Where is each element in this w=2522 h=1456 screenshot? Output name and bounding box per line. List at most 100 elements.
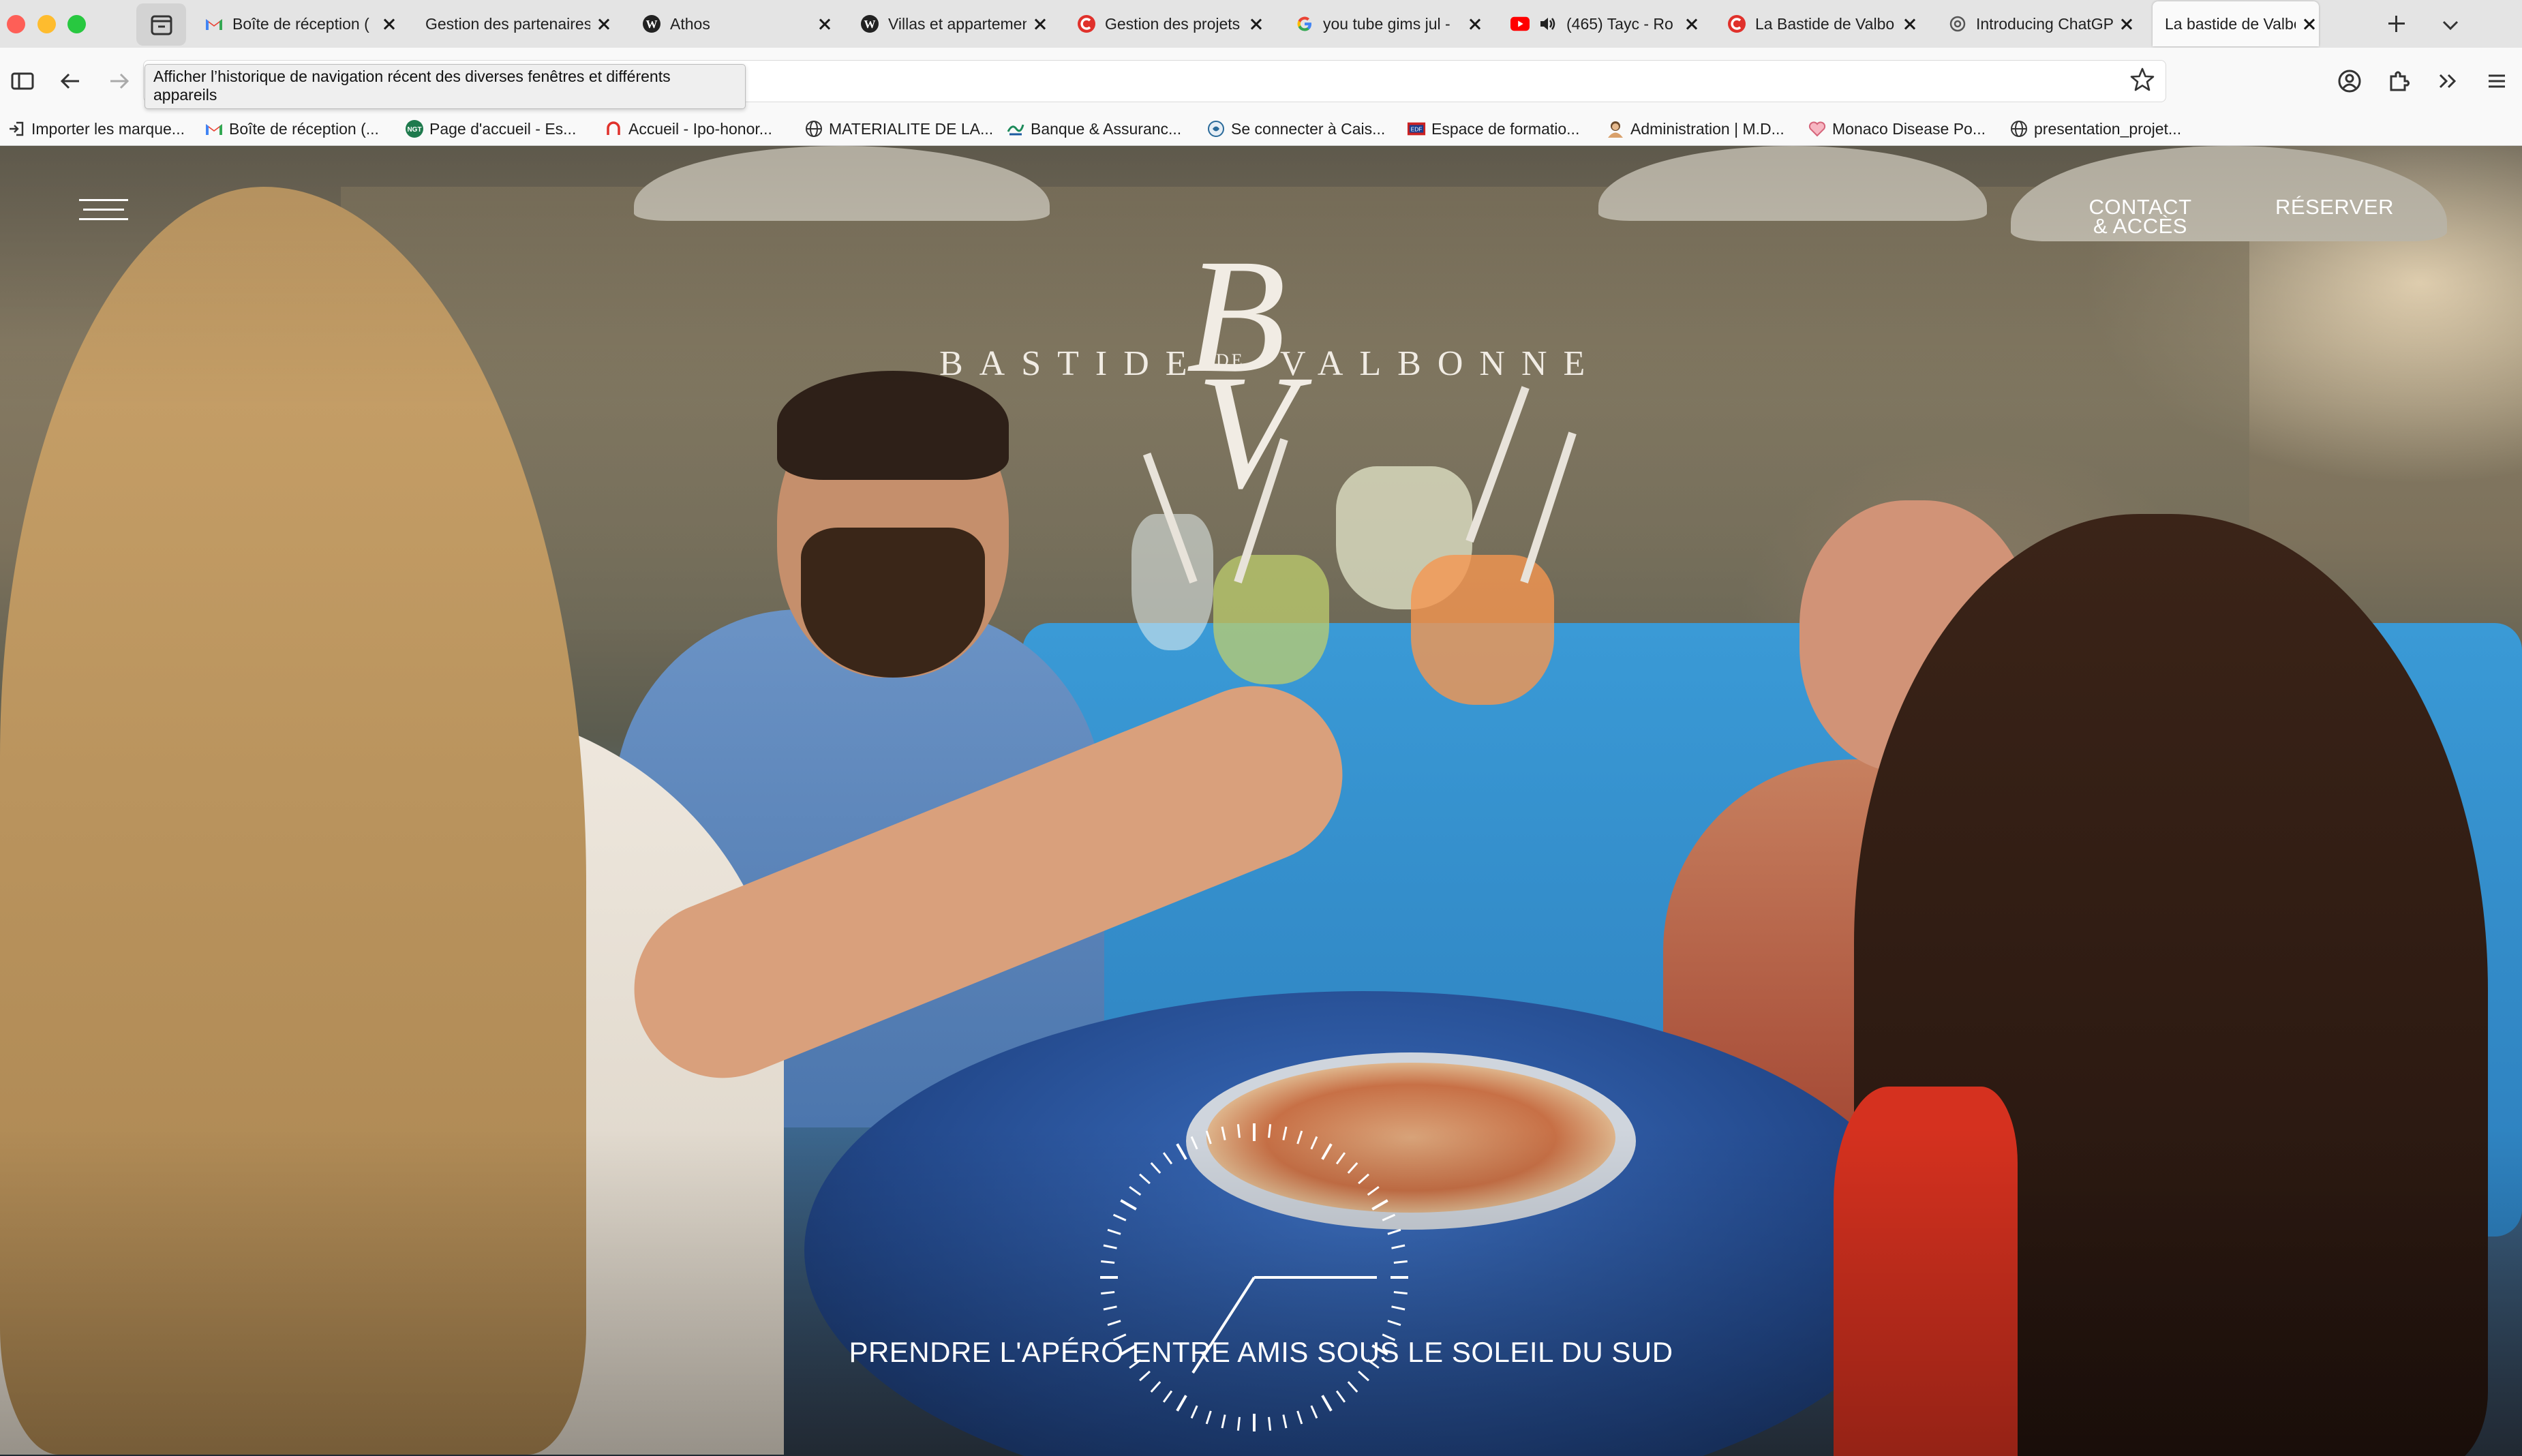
bookmark-star-button[interactable] bbox=[2129, 67, 2155, 96]
bookmark-administration[interactable]: Administration | M.D... bbox=[1606, 113, 1784, 145]
bookmark-page-accueil[interactable]: NGT Page d'accueil - Es... bbox=[405, 113, 576, 145]
clock-tick bbox=[1321, 1143, 1333, 1160]
bookmark-gmail[interactable]: Boîte de réception (... bbox=[204, 113, 379, 145]
bookmark-import[interactable]: Importer les marque... bbox=[7, 113, 185, 145]
clock-tick bbox=[1268, 1124, 1272, 1138]
close-tab-icon[interactable] bbox=[1247, 14, 1266, 33]
gmail-icon bbox=[204, 119, 224, 138]
clock-tick bbox=[1236, 1124, 1241, 1138]
reserve-link[interactable]: RÉSERVER bbox=[2270, 196, 2399, 217]
svg-text:NGT: NGT bbox=[407, 126, 421, 134]
bookmark-espace-formation[interactable]: EDF Espace de formatio... bbox=[1407, 113, 1579, 145]
forward-arrow-icon bbox=[110, 73, 130, 89]
clock-tick bbox=[1205, 1410, 1212, 1425]
clock-tick bbox=[1393, 1260, 1408, 1264]
tab-history-icon bbox=[151, 15, 172, 35]
tab-villas[interactable]: W Villas et appartements bbox=[860, 0, 1050, 48]
clock-tick bbox=[1347, 1381, 1358, 1393]
close-tab-icon[interactable] bbox=[2300, 14, 2319, 33]
clock-tick bbox=[1387, 1228, 1401, 1235]
close-tab-icon[interactable] bbox=[1900, 14, 1919, 33]
speaker-icon[interactable] bbox=[1538, 14, 1558, 33]
logo-text-valbonne: VALBONNE bbox=[1280, 344, 1602, 383]
clock-tick bbox=[1282, 1126, 1288, 1140]
clock-tick bbox=[1391, 1305, 1406, 1311]
minimize-window-button[interactable] bbox=[37, 15, 56, 33]
extensions-button[interactable] bbox=[2382, 64, 2416, 98]
svg-text:W: W bbox=[864, 18, 876, 31]
close-tab-icon[interactable] bbox=[815, 14, 834, 33]
account-button[interactable] bbox=[2333, 64, 2367, 98]
clock-tick bbox=[1268, 1416, 1272, 1431]
tab-gmail[interactable]: Boîte de réception ( bbox=[204, 0, 399, 48]
puzzle-icon bbox=[2390, 71, 2410, 91]
clock-tick bbox=[1176, 1395, 1187, 1412]
clock-tick bbox=[1162, 1152, 1173, 1165]
clock-tick bbox=[1103, 1305, 1117, 1311]
zoom-window-button[interactable] bbox=[67, 15, 86, 33]
bookmark-monaco-disease[interactable]: Monaco Disease Po... bbox=[1808, 113, 1986, 145]
bookmark-ipo-honor[interactable]: Accueil - Ipo-honor... bbox=[604, 113, 772, 145]
tab-gestion-partenaires[interactable]: Gestion des partenaires bbox=[425, 0, 613, 48]
sidebar-icon bbox=[11, 72, 34, 90]
svg-text:EDF: EDF bbox=[1411, 126, 1423, 133]
site-menu-button[interactable] bbox=[79, 199, 128, 233]
tab-gestion-projets[interactable]: Gestion des projets bbox=[1077, 0, 1266, 48]
tab-bar: Boîte de réception ( Gestion des partena… bbox=[0, 0, 2522, 48]
tab-youtube-search[interactable]: you tube gims jul - bbox=[1295, 0, 1485, 48]
heart-icon bbox=[1808, 119, 1827, 138]
bookmark-caisse[interactable]: Se connecter à Cais... bbox=[1206, 113, 1385, 145]
double-chevron-icon bbox=[2439, 74, 2457, 89]
sidebar-toggle-button[interactable] bbox=[5, 64, 40, 98]
close-window-button[interactable] bbox=[7, 15, 25, 33]
clock-tick bbox=[1282, 1414, 1288, 1429]
clock-tick bbox=[1296, 1410, 1303, 1425]
red-arc-icon bbox=[604, 119, 623, 138]
clock-tick bbox=[1129, 1185, 1142, 1196]
bastide-logo-icon[interactable]: B V bbox=[934, 207, 1588, 562]
clock-tick bbox=[1367, 1185, 1380, 1196]
tab-chatgpt[interactable]: Introducing ChatGPT bbox=[1948, 0, 2136, 48]
clock-tick bbox=[1335, 1152, 1346, 1165]
import-icon bbox=[7, 119, 26, 138]
bookmark-materialite[interactable]: MATERIALITE DE LA... bbox=[804, 113, 993, 145]
clock-tick bbox=[1335, 1390, 1346, 1403]
clock-tick bbox=[1162, 1390, 1173, 1403]
tab-bastide-valbonne[interactable]: La Bastide de Valbo bbox=[1727, 0, 1919, 48]
clock-tick bbox=[1221, 1126, 1226, 1140]
menu-button[interactable] bbox=[2480, 64, 2514, 98]
close-tab-icon[interactable] bbox=[1682, 14, 1701, 33]
google-icon bbox=[1295, 14, 1314, 33]
clock-tick bbox=[1176, 1143, 1187, 1160]
bookmark-presentation-projet[interactable]: presentation_projet... bbox=[2009, 113, 2181, 145]
close-tab-icon[interactable] bbox=[1031, 14, 1050, 33]
tab-la-bastide-active[interactable]: La bastide de Valbonne bbox=[2153, 1, 2319, 46]
clock-tick bbox=[1393, 1291, 1408, 1295]
tab-youtube-tayc[interactable]: (465) Tayc - Ro bbox=[1510, 0, 1701, 48]
more-tools-button[interactable] bbox=[2431, 64, 2465, 98]
back-button[interactable] bbox=[53, 64, 87, 98]
logo-text-de: DE bbox=[1216, 350, 1245, 370]
tab-history-button[interactable] bbox=[136, 3, 186, 46]
bookmark-banque[interactable]: Banque & Assuranc... bbox=[1006, 113, 1181, 145]
tab-list-button[interactable] bbox=[2437, 12, 2464, 42]
close-tab-icon[interactable] bbox=[2117, 14, 2136, 33]
chevron-down-icon bbox=[2442, 20, 2459, 31]
clock-tick bbox=[1347, 1162, 1358, 1174]
clock-tick bbox=[1371, 1199, 1388, 1211]
clock-tick bbox=[1139, 1370, 1151, 1382]
clock-tick bbox=[1190, 1405, 1198, 1419]
contact-access-link[interactable]: CONTACT & ACCÈS bbox=[2072, 196, 2208, 237]
new-tab-button[interactable] bbox=[2381, 8, 2412, 40]
logo-text-bastide: BASTIDE bbox=[939, 344, 1204, 383]
clock-tick bbox=[1358, 1370, 1369, 1382]
gmail-icon bbox=[204, 14, 224, 33]
clock-tick bbox=[1391, 1244, 1406, 1249]
caisse-icon bbox=[1206, 119, 1226, 138]
tab-athos[interactable]: W Athos bbox=[642, 0, 834, 48]
close-tab-icon[interactable] bbox=[380, 14, 399, 33]
clock-tick bbox=[1101, 1260, 1115, 1264]
close-tab-icon[interactable] bbox=[594, 14, 613, 33]
close-tab-icon[interactable] bbox=[1465, 14, 1485, 33]
forward-button[interactable] bbox=[102, 64, 136, 98]
